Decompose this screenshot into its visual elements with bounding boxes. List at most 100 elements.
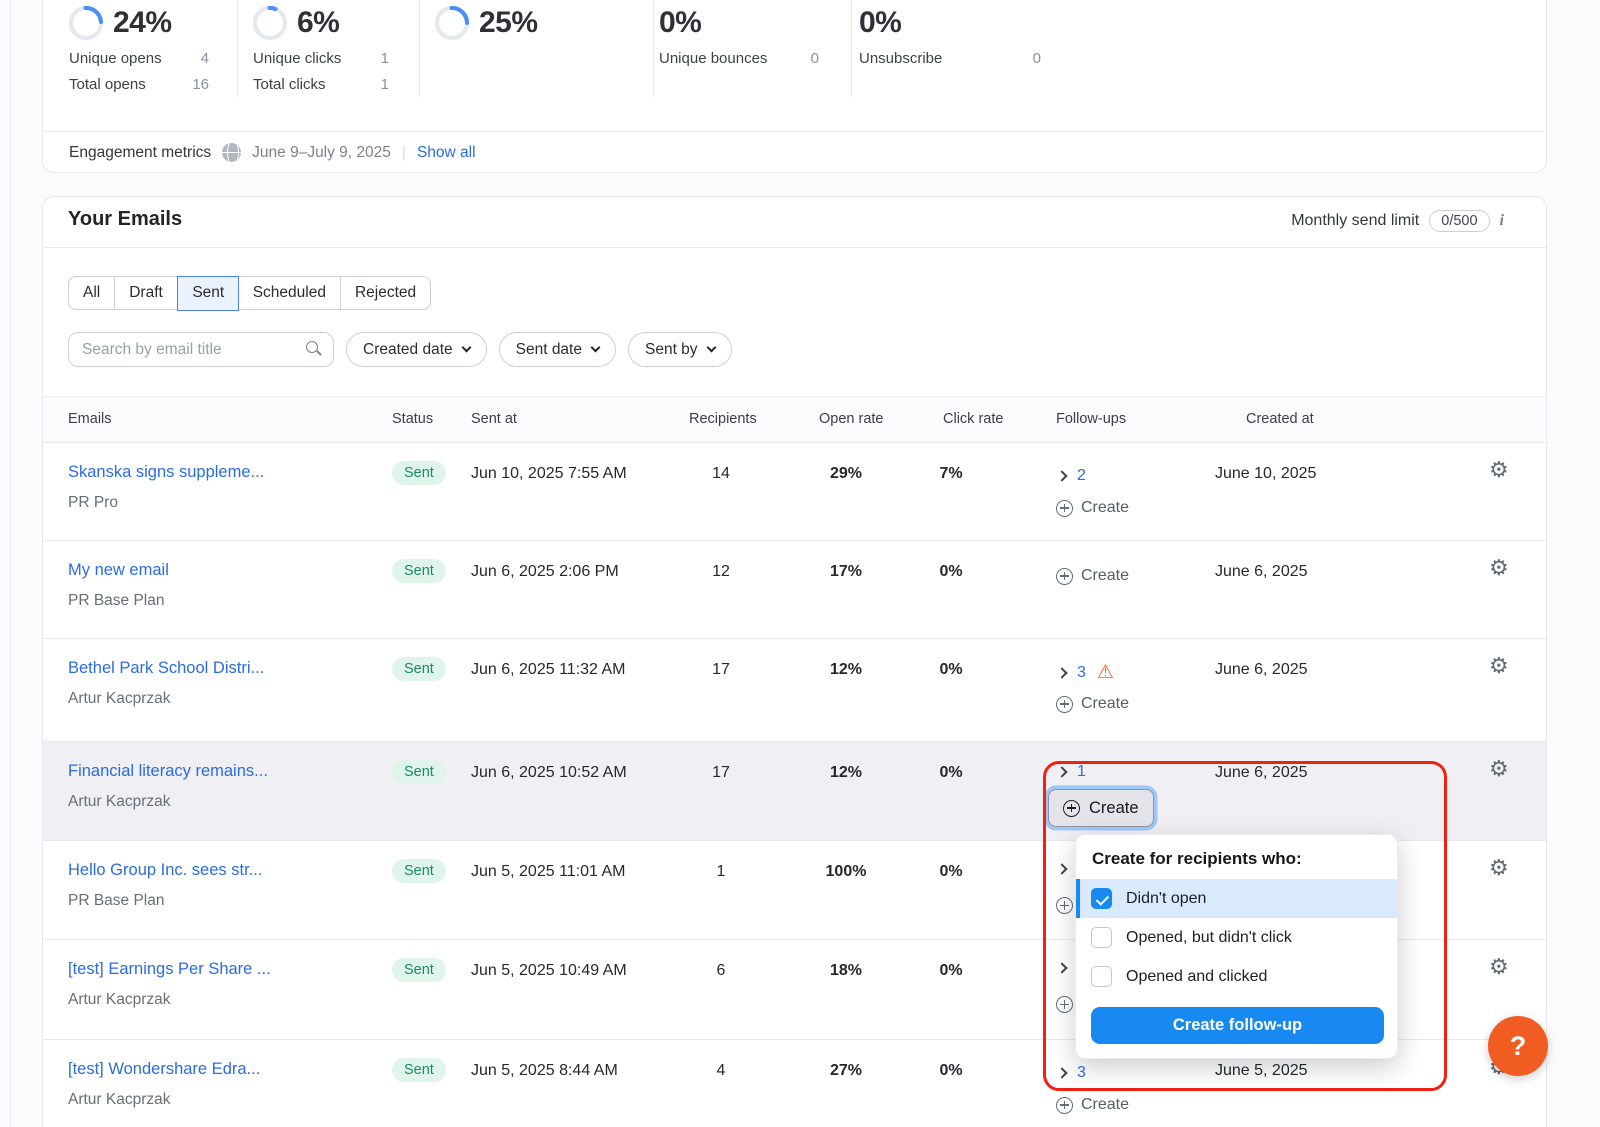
open-rate: 12% [811, 661, 881, 679]
create-followup-link[interactable]: Create [1056, 499, 1129, 517]
plus-circle-icon [1056, 500, 1073, 517]
email-title-link[interactable]: [test] Earnings Per Share ... [68, 960, 271, 979]
metric-detail-row: Unique bounces0 [659, 50, 819, 67]
recipients: 6 [691, 962, 751, 980]
email-title-link[interactable]: Bethel Park School Distri... [68, 659, 264, 678]
send-limit-label: Monthly send limit [1291, 212, 1419, 230]
email-subtitle: Artur Kacprzak [68, 690, 171, 708]
settings-gear-icon[interactable]: ⚙ [1489, 954, 1509, 980]
email-row-highlighted: Financial literacy remains... Artur Kacp… [43, 742, 1546, 841]
warning-triangle-icon: ⚠ [1097, 663, 1114, 682]
sent-at: Jun 6, 2025 11:32 AM [471, 661, 625, 679]
sent-at: Jun 6, 2025 10:52 AM [471, 764, 627, 782]
followups-count-link[interactable]: 1 [1077, 763, 1086, 781]
col-open-rate: Open rate [819, 411, 884, 427]
status-badge: Sent [392, 1058, 446, 1082]
page-edge-divider [10, 0, 11, 1127]
col-recipients: Recipients [689, 411, 757, 427]
expand-followups-icon[interactable] [1056, 962, 1067, 973]
metrics-footer-divider [43, 131, 1546, 132]
popup-title: Create for recipients who: [1076, 835, 1397, 879]
settings-gear-icon[interactable]: ⚙ [1489, 555, 1509, 581]
metric-divider [653, 0, 654, 97]
plus-circle-icon [1056, 696, 1073, 713]
tab-draft[interactable]: Draft [115, 276, 178, 310]
email-title-link[interactable]: [test] Wondershare Edra... [68, 1060, 260, 1079]
expand-followups-icon[interactable] [1056, 1067, 1067, 1078]
click-rate: 0% [916, 764, 986, 782]
open-rate: 100% [811, 863, 881, 881]
email-title-link[interactable]: Hello Group Inc. sees str... [68, 861, 262, 880]
expand-followups-icon[interactable] [1056, 470, 1067, 481]
email-subtitle: PR Base Plan [68, 592, 165, 610]
col-sent-at: Sent at [471, 411, 517, 427]
col-emails: Emails [68, 411, 112, 427]
option-didnt-open[interactable]: Didn't open [1076, 879, 1397, 918]
settings-gear-icon[interactable]: ⚙ [1489, 855, 1509, 881]
created-at: June 5, 2025 [1215, 1062, 1308, 1080]
click-rate-percent: 6% [297, 6, 339, 40]
status-badge: Sent [392, 958, 446, 982]
followups-count-link[interactable]: 3 [1077, 1064, 1086, 1082]
settings-gear-icon[interactable]: ⚙ [1489, 457, 1509, 483]
show-all-link[interactable]: Show all [417, 144, 476, 162]
expand-followups-icon[interactable] [1056, 863, 1067, 874]
tab-all[interactable]: All [68, 276, 115, 310]
create-followup-link[interactable]: Create [1056, 695, 1129, 713]
create-followup-link[interactable] [1056, 897, 1073, 914]
sent-at: Jun 10, 2025 7:55 AM [471, 465, 627, 483]
option-opened-and-clicked[interactable]: Opened and clicked [1076, 957, 1397, 996]
create-followup-button-focused[interactable]: Create [1048, 789, 1154, 827]
chevron-down-icon [591, 343, 601, 353]
open-rate: 27% [811, 1062, 881, 1080]
followups-count-link[interactable]: 3 [1077, 664, 1086, 682]
open-rate: 18% [811, 962, 881, 980]
email-title-link[interactable]: My new email [68, 561, 169, 580]
checkbox-unchecked-icon[interactable] [1091, 927, 1112, 948]
status-badge: Sent [392, 559, 446, 583]
email-title-link[interactable]: Skanska signs suppleme... [68, 463, 264, 482]
sent-date-filter[interactable]: Sent date [499, 332, 616, 367]
option-opened-not-clicked[interactable]: Opened, but didn't click [1076, 918, 1397, 957]
plus-circle-icon [1056, 996, 1073, 1013]
click-rate: 0% [916, 661, 986, 679]
checkbox-checked-icon[interactable] [1091, 888, 1112, 909]
clicks-donut-chart [253, 6, 287, 40]
followups-count-link[interactable]: 2 [1077, 467, 1086, 485]
metric-divider [419, 0, 420, 97]
panel-divider [43, 247, 1546, 248]
create-followup-submit-button[interactable]: Create follow-up [1091, 1007, 1384, 1044]
col-status: Status [392, 411, 433, 427]
open-rate-percent: 24% [113, 6, 172, 40]
info-icon[interactable]: i [1500, 212, 1504, 230]
metric-reply-rate: 25% [435, 5, 538, 41]
email-title-link[interactable]: Financial literacy remains... [68, 762, 268, 781]
settings-gear-icon[interactable]: ⚙ [1489, 653, 1509, 679]
expand-followups-icon[interactable] [1056, 766, 1067, 777]
sent-at: Jun 6, 2025 2:06 PM [471, 563, 619, 581]
metric-detail-row: Unique clicks1 [253, 50, 389, 67]
engagement-metrics-label: Engagement metrics [69, 144, 211, 162]
metric-detail-row: Total clicks1 [253, 76, 389, 93]
created-date-filter[interactable]: Created date [346, 332, 487, 367]
metric-divider [237, 0, 238, 97]
tab-rejected[interactable]: Rejected [341, 276, 431, 310]
checkbox-unchecked-icon[interactable] [1091, 966, 1112, 987]
metric-unique-clicks: 6% Unique clicks1 Total clicks1 [253, 5, 389, 93]
sent-by-filter[interactable]: Sent by [628, 332, 732, 367]
create-followup-link[interactable]: Create [1056, 567, 1129, 585]
status-badge: Sent [392, 859, 446, 883]
help-button[interactable]: ? [1488, 1016, 1548, 1076]
tab-sent[interactable]: Sent [177, 276, 239, 311]
settings-gear-icon[interactable]: ⚙ [1489, 756, 1509, 782]
plus-circle-icon [1056, 1097, 1073, 1114]
status-badge: Sent [392, 461, 446, 485]
created-at: June 6, 2025 [1215, 563, 1308, 581]
create-followup-link[interactable]: Create [1056, 1096, 1129, 1114]
tab-scheduled[interactable]: Scheduled [239, 276, 341, 310]
create-followup-link[interactable] [1056, 996, 1073, 1013]
expand-followups-icon[interactable] [1056, 667, 1067, 678]
email-subtitle: Artur Kacprzak [68, 1091, 171, 1109]
recipients: 12 [691, 563, 751, 581]
search-input[interactable] [68, 332, 334, 367]
